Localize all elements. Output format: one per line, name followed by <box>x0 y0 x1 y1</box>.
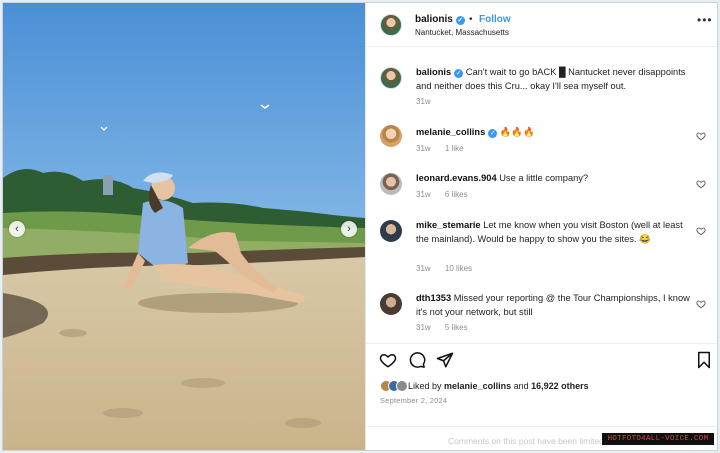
bookmark-icon[interactable] <box>695 351 713 369</box>
comment-likes[interactable]: 1 like <box>445 144 464 153</box>
comment-icon[interactable] <box>408 351 426 369</box>
comment-meta: 31w 6 likes <box>416 190 480 199</box>
comment-username[interactable]: melanie_collins <box>416 127 485 137</box>
header-separator: • <box>469 14 473 25</box>
comment-text: Missed your reporting @ the Tour Champio… <box>416 293 690 317</box>
comment-item: dth1353 Missed your reporting @ the Tour… <box>380 291 706 335</box>
comment-text-block: dth1353 Missed your reporting @ the Tour… <box>416 291 698 319</box>
liker-avatars <box>380 380 410 392</box>
comment-meta: 31w 1 like <box>416 144 476 153</box>
heart-icon[interactable] <box>379 351 397 369</box>
share-icon[interactable] <box>436 351 454 369</box>
comment-meta: 31w 5 likes <box>416 323 480 332</box>
post-side-panel: balionis ✓ • Follow Nantucket, Massachuse… <box>365 3 717 450</box>
commenter-avatar[interactable] <box>380 293 402 315</box>
comment-text-block: melanie_collins ✓ 🔥🔥🔥 <box>416 125 698 139</box>
liked-by-count[interactable]: 16,922 others <box>531 381 589 391</box>
caption-meta: 31w <box>416 97 443 106</box>
comment-time: 31w <box>416 264 431 273</box>
comment-like-heart-icon[interactable] <box>696 299 706 309</box>
commenter-avatar[interactable] <box>380 220 402 242</box>
instagram-post-window: ‹ › balionis ✓ • Follow Nantucket, Massac… <box>2 2 718 451</box>
liker-avatar <box>396 380 408 392</box>
caption-text-block: balionis ✓ Can't wait to go bACK █ Nantuc… <box>416 65 698 93</box>
comment-time: 31w <box>416 144 431 153</box>
verified-badge-icon: ✓ <box>488 129 498 138</box>
comments-limited-text: Comments on this post have been limited. <box>448 436 607 446</box>
verified-badge-icon: ✓ <box>454 69 464 78</box>
comment-likes[interactable]: 10 likes <box>445 264 472 273</box>
follow-button[interactable]: Follow <box>479 14 511 25</box>
owner-username-text[interactable]: balionis <box>415 14 453 25</box>
comment-meta: 31w 10 likes <box>416 264 484 273</box>
owner-username[interactable]: balionis ✓ <box>415 14 465 25</box>
verified-badge-icon: ✓ <box>455 16 465 25</box>
comment-like-heart-icon[interactable] <box>696 226 706 236</box>
comment-item: melanie_collins ✓ 🔥🔥🔥 31w 1 like <box>380 125 706 159</box>
comment-item: leonard.evans.904 Use a little company? … <box>380 171 706 205</box>
post-actions-bar: Liked by melanie_collins and 16,922 othe… <box>366 343 717 450</box>
post-photo[interactable]: ‹ › <box>3 3 365 450</box>
comment-text: Use a little company? <box>499 173 589 183</box>
caption-avatar[interactable] <box>380 67 402 89</box>
ellipsis-icon[interactable]: ••• <box>697 13 713 27</box>
comment-username[interactable]: mike_stemarie <box>416 220 481 230</box>
liked-by-summary: Liked by melanie_collins and 16,922 othe… <box>408 381 589 391</box>
comment-likes[interactable]: 6 likes <box>445 190 468 199</box>
previous-photo-button[interactable]: ‹ <box>9 221 25 237</box>
caption-time: 31w <box>416 97 431 106</box>
comment-text-block: mike_stemarie Let me know when you visit… <box>416 218 698 246</box>
comment-text: 🔥🔥🔥 <box>499 127 535 137</box>
post-caption: balionis ✓ Can't wait to go bACK █ Nantuc… <box>380 65 706 109</box>
caption-username[interactable]: balionis <box>416 67 451 77</box>
liked-by-prefix: Liked by <box>408 381 442 391</box>
commenter-avatar[interactable] <box>380 125 402 147</box>
comment-like-heart-icon[interactable] <box>696 179 706 189</box>
beach-photo-image <box>3 3 365 450</box>
owner-avatar[interactable] <box>380 14 402 36</box>
next-photo-button[interactable]: › <box>341 221 357 237</box>
post-date: September 2, 2024 <box>380 396 448 405</box>
comment-item: mike_stemarie Let me know when you visit… <box>380 218 706 276</box>
watermark-badge: HOTFOTO4ALL-VOICE.COM <box>602 433 714 445</box>
comment-username[interactable]: leonard.evans.904 <box>416 173 497 183</box>
comment-likes[interactable]: 5 likes <box>445 323 468 332</box>
comment-time: 31w <box>416 323 431 332</box>
liked-by-user[interactable]: melanie_collins <box>444 381 511 391</box>
post-location[interactable]: Nantucket, Massachusetts <box>415 28 509 37</box>
comment-time: 31w <box>416 190 431 199</box>
post-header: balionis ✓ • Follow Nantucket, Massachuse… <box>366 3 717 47</box>
liked-by-and: and <box>513 381 529 391</box>
commenter-avatar[interactable] <box>380 173 402 195</box>
comment-text-block: leonard.evans.904 Use a little company? <box>416 171 698 185</box>
comment-username[interactable]: dth1353 <box>416 293 451 303</box>
comment-like-heart-icon[interactable] <box>696 131 706 141</box>
